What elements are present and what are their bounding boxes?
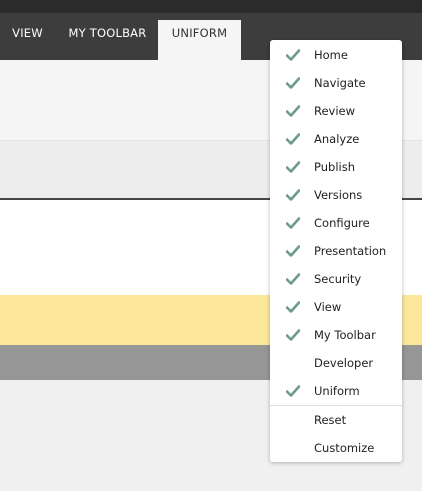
menu-item-developer[interactable]: Developer (270, 349, 402, 377)
menu-item-label: Security (314, 272, 362, 286)
menu-item-label: Analyze (314, 132, 360, 146)
menu-item-configure[interactable]: Configure (270, 209, 402, 237)
checkmark-icon (286, 77, 300, 89)
menu-action-reset[interactable]: Reset (270, 406, 402, 434)
checkmark-icon (286, 217, 300, 229)
checkmark-icon (286, 133, 300, 145)
menu-item-navigate[interactable]: Navigate (270, 69, 402, 97)
checkmark-icon (286, 273, 300, 285)
tab-uniform[interactable]: UNIFORM (158, 20, 241, 60)
menu-item-presentation[interactable]: Presentation (270, 237, 402, 265)
menu-item-publish[interactable]: Publish (270, 153, 402, 181)
checkmark-icon (286, 49, 300, 61)
menu-item-label: Review (314, 104, 356, 118)
tab-my-toolbar[interactable]: MY TOOLBAR (57, 20, 158, 60)
checkmark-icon (286, 189, 300, 201)
menu-action-label: Customize (314, 441, 375, 455)
menu-item-label: Developer (314, 356, 374, 370)
menu-item-label: Versions (314, 188, 363, 202)
menu-item-label: Uniform (314, 384, 360, 398)
menu-action-customize[interactable]: Customize (270, 434, 402, 462)
checkmark-icon (286, 301, 300, 313)
menu-item-label: Presentation (314, 244, 387, 258)
menu-item-versions[interactable]: Versions (270, 181, 402, 209)
menu-item-view[interactable]: View (270, 293, 402, 321)
menu-item-label: My Toolbar (314, 328, 376, 342)
menu-item-review[interactable]: Review (270, 97, 402, 125)
checkmark-icon (286, 161, 300, 173)
menu-item-label: Navigate (314, 76, 366, 90)
menu-item-home[interactable]: Home (270, 41, 402, 69)
menu-item-uniform[interactable]: Uniform (270, 377, 402, 405)
checkmark-icon (286, 329, 300, 341)
checkmark-icon (286, 105, 300, 117)
menu-item-label: View (314, 300, 342, 314)
menu-item-analyze[interactable]: Analyze (270, 125, 402, 153)
checkmark-icon (286, 245, 300, 257)
menu-item-my-toolbar[interactable]: My Toolbar (270, 321, 402, 349)
menu-item-label: Publish (314, 160, 355, 174)
menu-item-label: Home (314, 48, 348, 62)
title-strip (0, 0, 422, 13)
toolbar-visibility-menu: Home Navigate Review Analyze Publish Versions… (270, 40, 402, 462)
tab-view[interactable]: VIEW (0, 20, 55, 60)
menu-item-security[interactable]: Security (270, 265, 402, 293)
menu-action-label: Reset (314, 413, 347, 427)
menu-item-label: Configure (314, 216, 370, 230)
checkmark-icon (286, 385, 300, 397)
